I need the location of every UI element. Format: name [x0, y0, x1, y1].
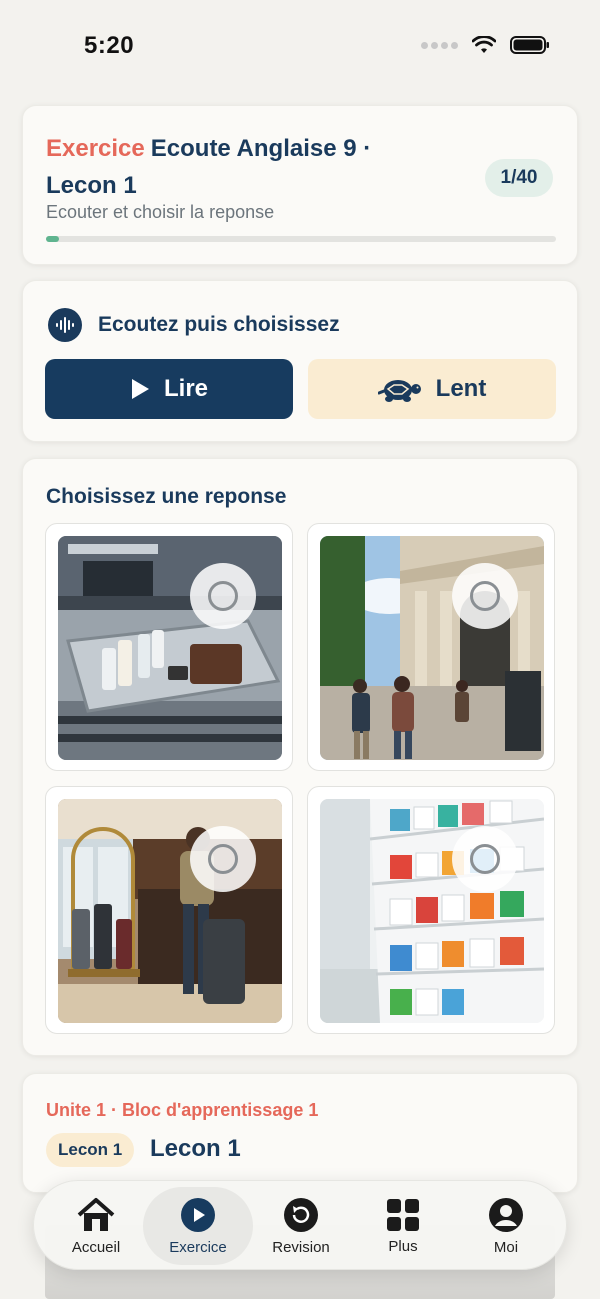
- audio-waveform-icon: [48, 308, 82, 342]
- progress-fill: [46, 236, 59, 242]
- answer-option-4[interactable]: [307, 786, 555, 1034]
- choices-card: Choisissez une reponse: [22, 458, 578, 1056]
- listen-title: Ecoutez puis choisissez: [98, 313, 340, 336]
- grid-icon: [387, 1198, 419, 1231]
- play-button-label: Lire: [163, 375, 208, 402]
- play-button[interactable]: Lire: [45, 359, 293, 419]
- option-3-radio[interactable]: [190, 826, 256, 892]
- bottom-navigation: Accueil Exercice Revision Plus Moi: [33, 1180, 567, 1270]
- question-counter-badge: 1/40: [485, 159, 553, 197]
- unit-label: Unite 1 · Bloc d'apprentissage 1: [46, 1100, 319, 1120]
- battery-icon: [510, 36, 549, 54]
- wifi-icon: [472, 36, 496, 53]
- option-1-radio[interactable]: [190, 563, 256, 629]
- slow-play-button-label: Lent: [435, 375, 487, 402]
- nav-accueil[interactable]: Accueil: [41, 1187, 151, 1265]
- refresh-icon: [284, 1197, 318, 1232]
- listen-card: Ecoutez puis choisissez Lire Lent: [22, 280, 578, 442]
- pharmacy-shelves-image: [320, 799, 544, 1023]
- lesson-title: Lecon 1: [150, 1135, 241, 1162]
- nav-moi[interactable]: Moi: [451, 1187, 561, 1265]
- nav-accueil-label: Accueil: [71, 1238, 121, 1256]
- answer-option-3[interactable]: [45, 786, 293, 1034]
- nav-moi-label: Moi: [493, 1238, 519, 1256]
- status-time: 5:20: [84, 32, 135, 59]
- turtle-icon: [377, 380, 421, 402]
- progress-bar: [46, 236, 556, 242]
- answer-option-1[interactable]: [45, 523, 293, 771]
- nav-exercice-label: Exercice: [169, 1238, 227, 1256]
- museum-steps-tourists-image: [320, 536, 544, 760]
- status-icons: [421, 36, 550, 54]
- choices-title: Choisissez une reponse: [46, 485, 287, 508]
- exercise-subtitle: Ecouter et choisir la reponse: [46, 202, 275, 222]
- user-icon: [489, 1197, 523, 1232]
- unit-card[interactable]: Unite 1 · Bloc d'apprentissage 1 Lecon 1…: [22, 1073, 578, 1193]
- status-bar: 5:20: [0, 0, 600, 90]
- cellular-signal-icon: [421, 41, 458, 49]
- slow-play-button[interactable]: Lent: [308, 359, 556, 419]
- exercise-label: Exercice: [46, 135, 145, 162]
- option-4-radio[interactable]: [452, 826, 518, 892]
- nav-revision[interactable]: Revision: [246, 1187, 356, 1265]
- exercise-title: Exercice Ecoute Anglaise 9 · Lecon 1: [46, 130, 446, 204]
- nav-revision-label: Revision: [272, 1238, 330, 1256]
- home-icon: [77, 1197, 115, 1231]
- play-circle-icon: [181, 1197, 215, 1232]
- nav-plus-label: Plus: [388, 1237, 418, 1255]
- hotel-lobby-checkin-image: [58, 799, 282, 1023]
- nav-exercice[interactable]: Exercice: [143, 1187, 253, 1265]
- play-icon: [131, 379, 149, 399]
- nav-plus[interactable]: Plus: [348, 1187, 458, 1265]
- answer-option-2[interactable]: [307, 523, 555, 771]
- exercise-header-card: Exercice Ecoute Anglaise 9 · Lecon 1 1/40…: [22, 105, 578, 265]
- option-2-radio[interactable]: [452, 563, 518, 629]
- airport-security-tray-image: [58, 536, 282, 760]
- lesson-badge: Lecon 1: [46, 1133, 135, 1167]
